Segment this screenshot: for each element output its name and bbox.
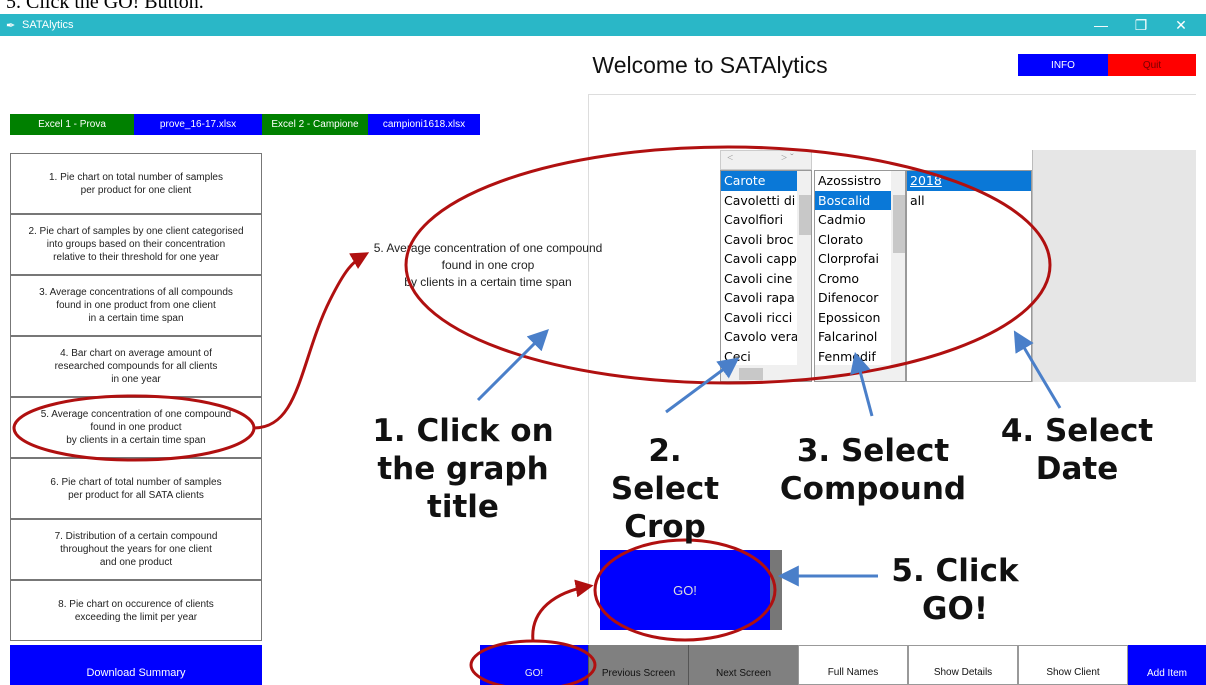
- blue-arrow-step2: [665, 357, 740, 414]
- annotation-step4: 4. Select Date: [1000, 413, 1154, 487]
- annotation-step2: 2. Select Crop: [610, 433, 720, 545]
- highlight-ellipse-go-large: [593, 538, 777, 642]
- highlight-ellipse-menu: [12, 394, 256, 462]
- highlight-ellipse-go: [469, 639, 597, 685]
- annotation-step5: 5. Click GO!: [891, 553, 1019, 627]
- highlight-ellipse-selection: [404, 145, 1052, 385]
- blue-arrow-step3: [850, 351, 874, 417]
- annotation-overlay: [12, 145, 1062, 685]
- annotation-step3: 3. Select Compound: [779, 433, 967, 507]
- blue-arrow-step4: [1013, 330, 1062, 409]
- red-connector-arrow: [531, 579, 594, 642]
- red-connector-arrow: [253, 252, 370, 430]
- annotation-step1: 1. Click on the graph title: [372, 413, 554, 525]
